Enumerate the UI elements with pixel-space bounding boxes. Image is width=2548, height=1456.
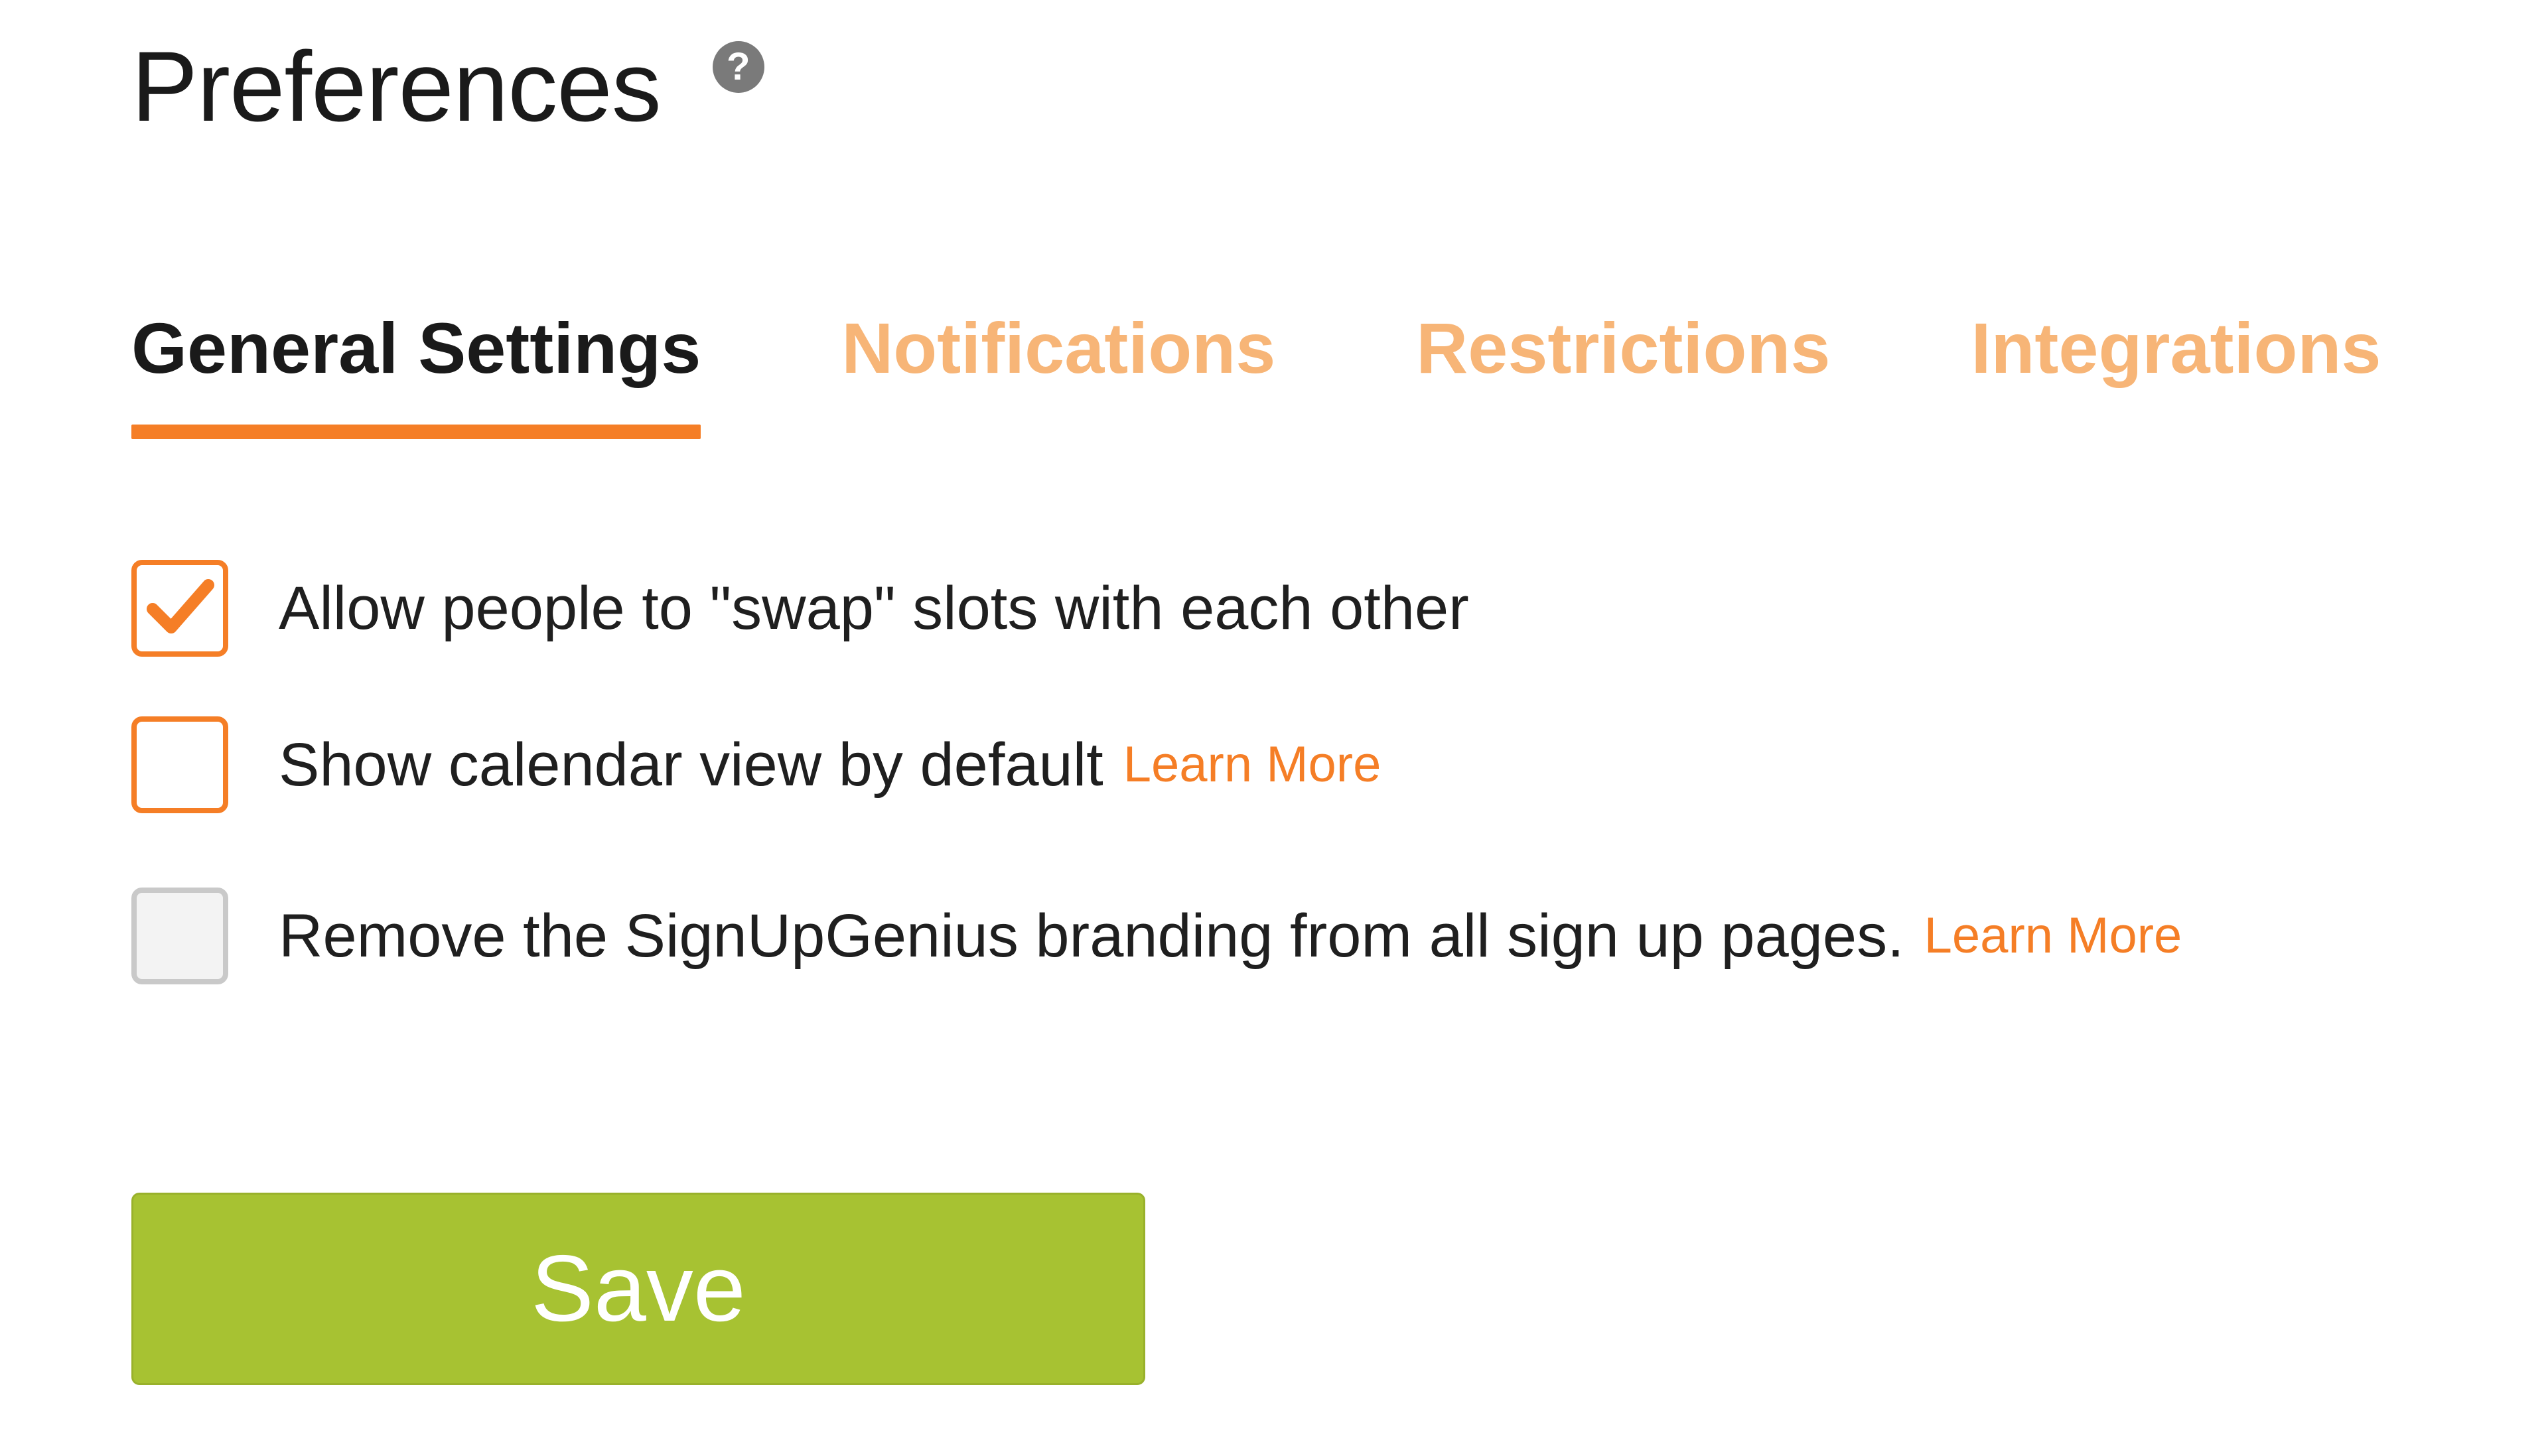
question-circle-icon[interactable]: ? xyxy=(712,41,764,93)
checkmark-icon xyxy=(147,579,214,633)
tab-integrations[interactable]: Integrations xyxy=(1971,305,2381,439)
option-remove-branding: Remove the SignUpGenius branding from al… xyxy=(131,886,2182,986)
tab-general-settings[interactable]: General Settings xyxy=(131,305,701,439)
preferences-tabs: General Settings Notifications Restricti… xyxy=(131,305,2381,439)
remove-branding-learn-more-link[interactable]: Learn More xyxy=(1924,899,2182,972)
option-swap-slots: Allow people to "swap" slots with each o… xyxy=(131,559,2182,658)
calendar-view-learn-more-link[interactable]: Learn More xyxy=(1123,728,1381,801)
swap-slots-label: Allow people to "swap" slots with each o… xyxy=(279,574,1469,642)
tab-notifications[interactable]: Notifications xyxy=(841,305,1275,439)
remove-branding-label: Remove the SignUpGenius branding from al… xyxy=(279,902,1904,970)
page-title: Preferences xyxy=(131,31,662,142)
remove-branding-checkbox[interactable] xyxy=(131,888,228,984)
calendar-view-label: Show calendar view by default xyxy=(279,731,1103,799)
page-header: Preferences ? xyxy=(131,27,764,146)
save-button[interactable]: Save xyxy=(131,1193,1145,1385)
option-calendar-view: Show calendar view by default Learn More xyxy=(131,715,2182,815)
tab-restrictions[interactable]: Restrictions xyxy=(1416,305,1830,439)
swap-slots-checkbox[interactable] xyxy=(131,560,228,657)
general-settings-options: Allow people to "swap" slots with each o… xyxy=(131,559,2182,986)
calendar-view-checkbox[interactable] xyxy=(131,716,228,813)
